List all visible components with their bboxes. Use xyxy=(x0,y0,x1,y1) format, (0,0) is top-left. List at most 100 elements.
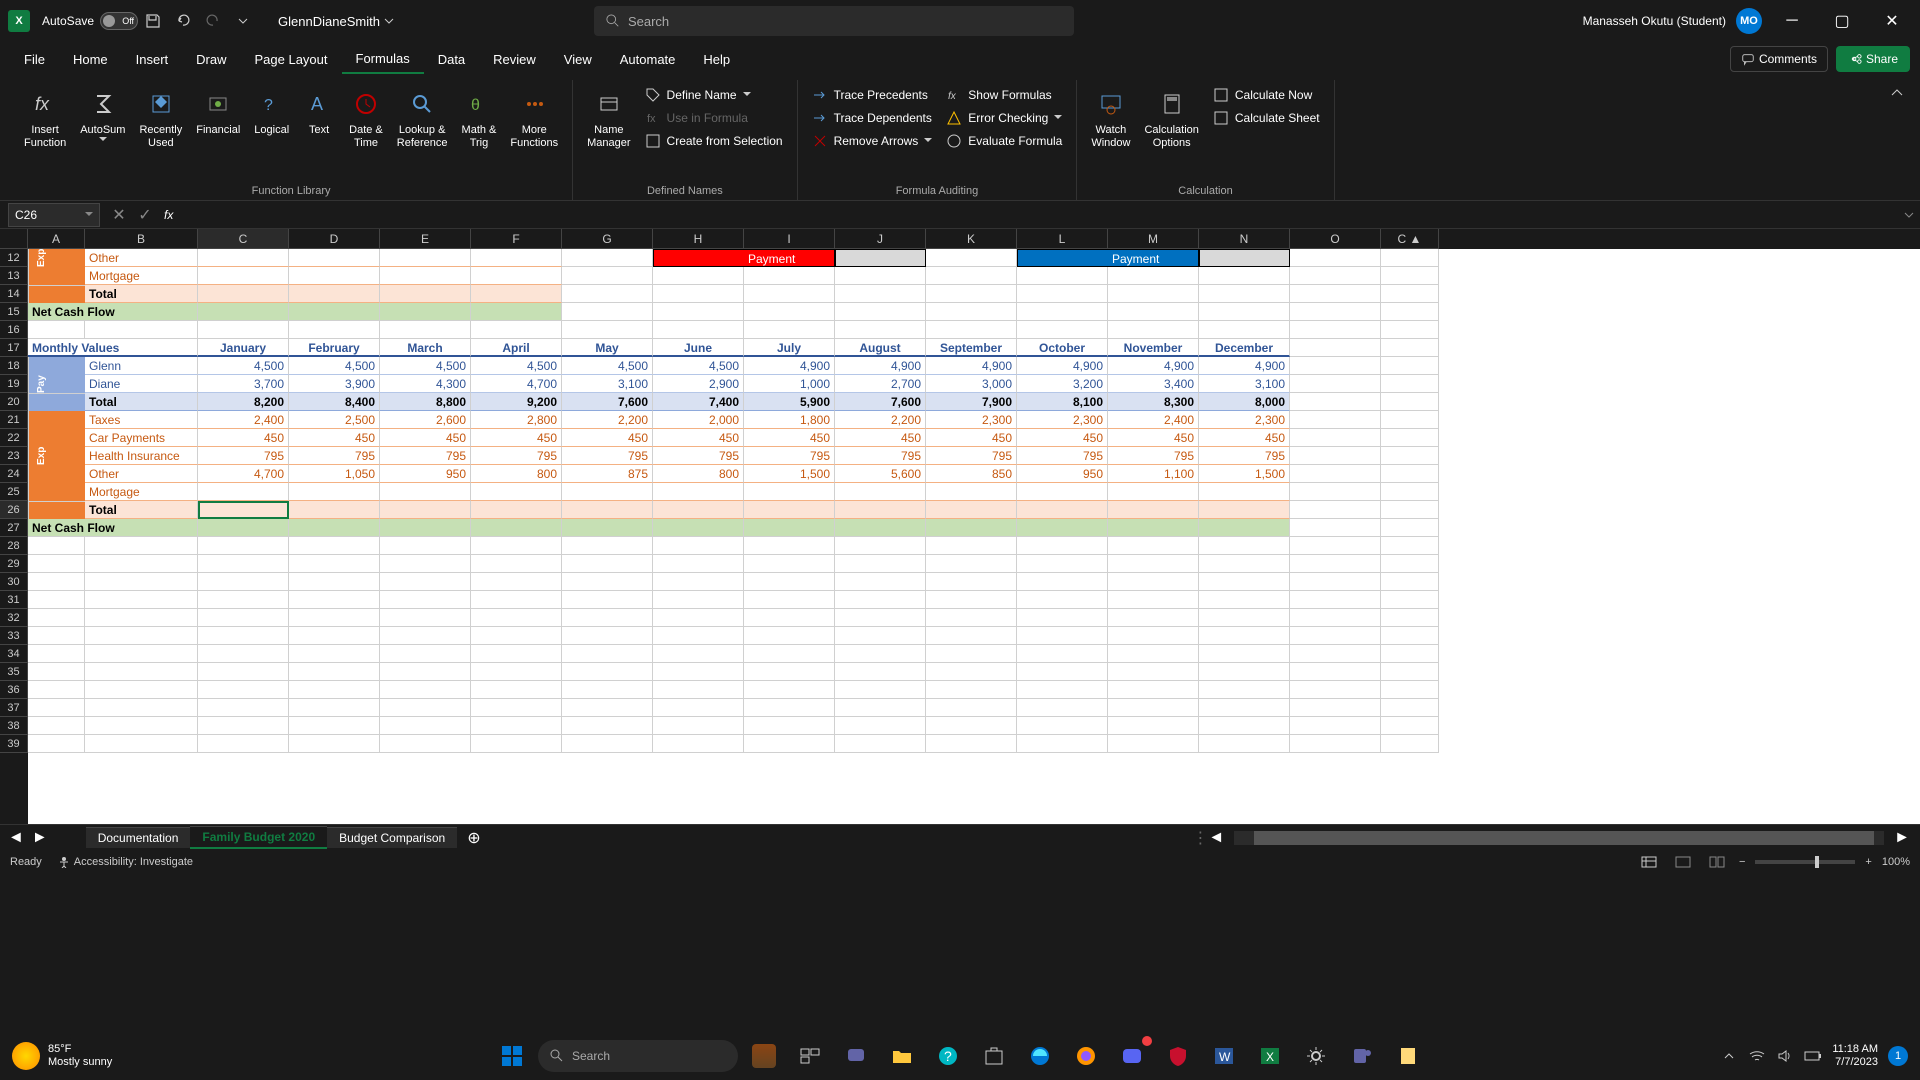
cell[interactable]: November xyxy=(1108,339,1199,357)
cell[interactable] xyxy=(471,663,562,681)
cell[interactable] xyxy=(471,519,562,537)
cell[interactable] xyxy=(289,285,380,303)
redo-icon[interactable] xyxy=(200,8,226,34)
name-box[interactable]: C26 xyxy=(8,203,100,227)
cell[interactable] xyxy=(1017,699,1108,717)
cell[interactable]: 9,200 xyxy=(471,393,562,411)
cell[interactable] xyxy=(1199,591,1290,609)
evaluate-formula-button[interactable]: Evaluate Formula xyxy=(940,130,1068,152)
tray-chevron-icon[interactable] xyxy=(1720,1047,1738,1065)
row-header[interactable]: 26 xyxy=(0,501,28,519)
row-header[interactable]: 29 xyxy=(0,555,28,573)
excel-icon[interactable]: X xyxy=(1250,1036,1290,1076)
cell[interactable] xyxy=(471,537,562,555)
cell[interactable]: Mortgage xyxy=(85,267,198,285)
cell[interactable] xyxy=(835,483,926,501)
cell[interactable] xyxy=(1381,699,1439,717)
cell[interactable]: 4,900 xyxy=(926,357,1017,375)
cell[interactable] xyxy=(471,501,562,519)
row-header[interactable]: 38 xyxy=(0,717,28,735)
cell[interactable]: 450 xyxy=(562,429,653,447)
battery-icon[interactable] xyxy=(1804,1047,1822,1065)
cell[interactable] xyxy=(198,537,289,555)
cell[interactable] xyxy=(744,555,835,573)
cell[interactable] xyxy=(562,681,653,699)
cell[interactable] xyxy=(471,681,562,699)
cell[interactable] xyxy=(1199,303,1290,321)
cell[interactable] xyxy=(926,555,1017,573)
row-header[interactable]: 15 xyxy=(0,303,28,321)
fx-icon[interactable]: fx xyxy=(164,208,173,222)
cell[interactable] xyxy=(471,555,562,573)
cell[interactable] xyxy=(471,591,562,609)
cell[interactable] xyxy=(471,627,562,645)
cell[interactable] xyxy=(1381,483,1439,501)
cell[interactable] xyxy=(1017,483,1108,501)
cell[interactable]: 795 xyxy=(835,447,926,465)
cell[interactable]: 1,000 xyxy=(744,375,835,393)
cell[interactable] xyxy=(653,249,744,267)
cancel-formula-icon[interactable]: ✕ xyxy=(108,204,130,226)
cell[interactable]: 7,400 xyxy=(653,393,744,411)
show-formulas-button[interactable]: fxShow Formulas xyxy=(940,84,1068,106)
cell[interactable]: 795 xyxy=(1108,447,1199,465)
cell[interactable] xyxy=(744,717,835,735)
cell[interactable]: 4,300 xyxy=(380,375,471,393)
cell[interactable] xyxy=(1199,699,1290,717)
cell[interactable] xyxy=(85,663,198,681)
close-button[interactable]: ✕ xyxy=(1872,6,1912,36)
cell[interactable] xyxy=(1017,519,1108,537)
cell[interactable]: 795 xyxy=(471,447,562,465)
cell[interactable] xyxy=(380,519,471,537)
cell[interactable]: 7,600 xyxy=(835,393,926,411)
cell[interactable]: 875 xyxy=(562,465,653,483)
cell[interactable] xyxy=(653,267,744,285)
cell[interactable] xyxy=(1108,645,1199,663)
cell[interactable] xyxy=(1381,447,1439,465)
text-button[interactable]: AText xyxy=(297,84,341,141)
cell[interactable]: 450 xyxy=(744,429,835,447)
cell[interactable]: Health Insurance xyxy=(85,447,198,465)
cell[interactable]: 4,900 xyxy=(1017,357,1108,375)
row-header[interactable]: 37 xyxy=(0,699,28,717)
cell[interactable] xyxy=(198,591,289,609)
cell[interactable] xyxy=(653,591,744,609)
cell[interactable] xyxy=(562,519,653,537)
cell[interactable] xyxy=(471,573,562,591)
cell[interactable] xyxy=(28,573,85,591)
row-header[interactable]: 36 xyxy=(0,681,28,699)
cell[interactable]: 1,100 xyxy=(1108,465,1199,483)
row-header[interactable]: 35 xyxy=(0,663,28,681)
cell[interactable] xyxy=(380,645,471,663)
cell[interactable] xyxy=(653,483,744,501)
cell[interactable] xyxy=(28,717,85,735)
cell[interactable] xyxy=(926,303,1017,321)
cell[interactable] xyxy=(1199,537,1290,555)
cell[interactable] xyxy=(380,573,471,591)
cell[interactable] xyxy=(1199,573,1290,591)
cell[interactable]: 4,500 xyxy=(653,357,744,375)
cell[interactable]: 2,300 xyxy=(1199,411,1290,429)
page-layout-view-icon[interactable] xyxy=(1671,853,1695,871)
cell[interactable] xyxy=(1199,735,1290,753)
cell[interactable] xyxy=(198,501,289,519)
cell[interactable] xyxy=(471,645,562,663)
cell[interactable] xyxy=(1108,501,1199,519)
cell[interactable] xyxy=(744,519,835,537)
expand-formula-bar-icon[interactable] xyxy=(1898,210,1920,220)
cell[interactable] xyxy=(289,483,380,501)
cell[interactable] xyxy=(562,645,653,663)
cell[interactable] xyxy=(471,735,562,753)
cell[interactable] xyxy=(926,321,1017,339)
scroll-left-icon[interactable]: ◄ xyxy=(1208,829,1224,847)
weather-widget[interactable]: 85°FMostly sunny xyxy=(12,1042,112,1070)
cell[interactable] xyxy=(926,537,1017,555)
tab-home[interactable]: Home xyxy=(59,46,122,73)
cell[interactable] xyxy=(1199,645,1290,663)
cell[interactable] xyxy=(28,465,85,483)
cell[interactable] xyxy=(28,501,85,519)
cell[interactable] xyxy=(653,537,744,555)
undo-icon[interactable] xyxy=(170,8,196,34)
cell[interactable] xyxy=(744,627,835,645)
cell[interactable]: 4,900 xyxy=(835,357,926,375)
